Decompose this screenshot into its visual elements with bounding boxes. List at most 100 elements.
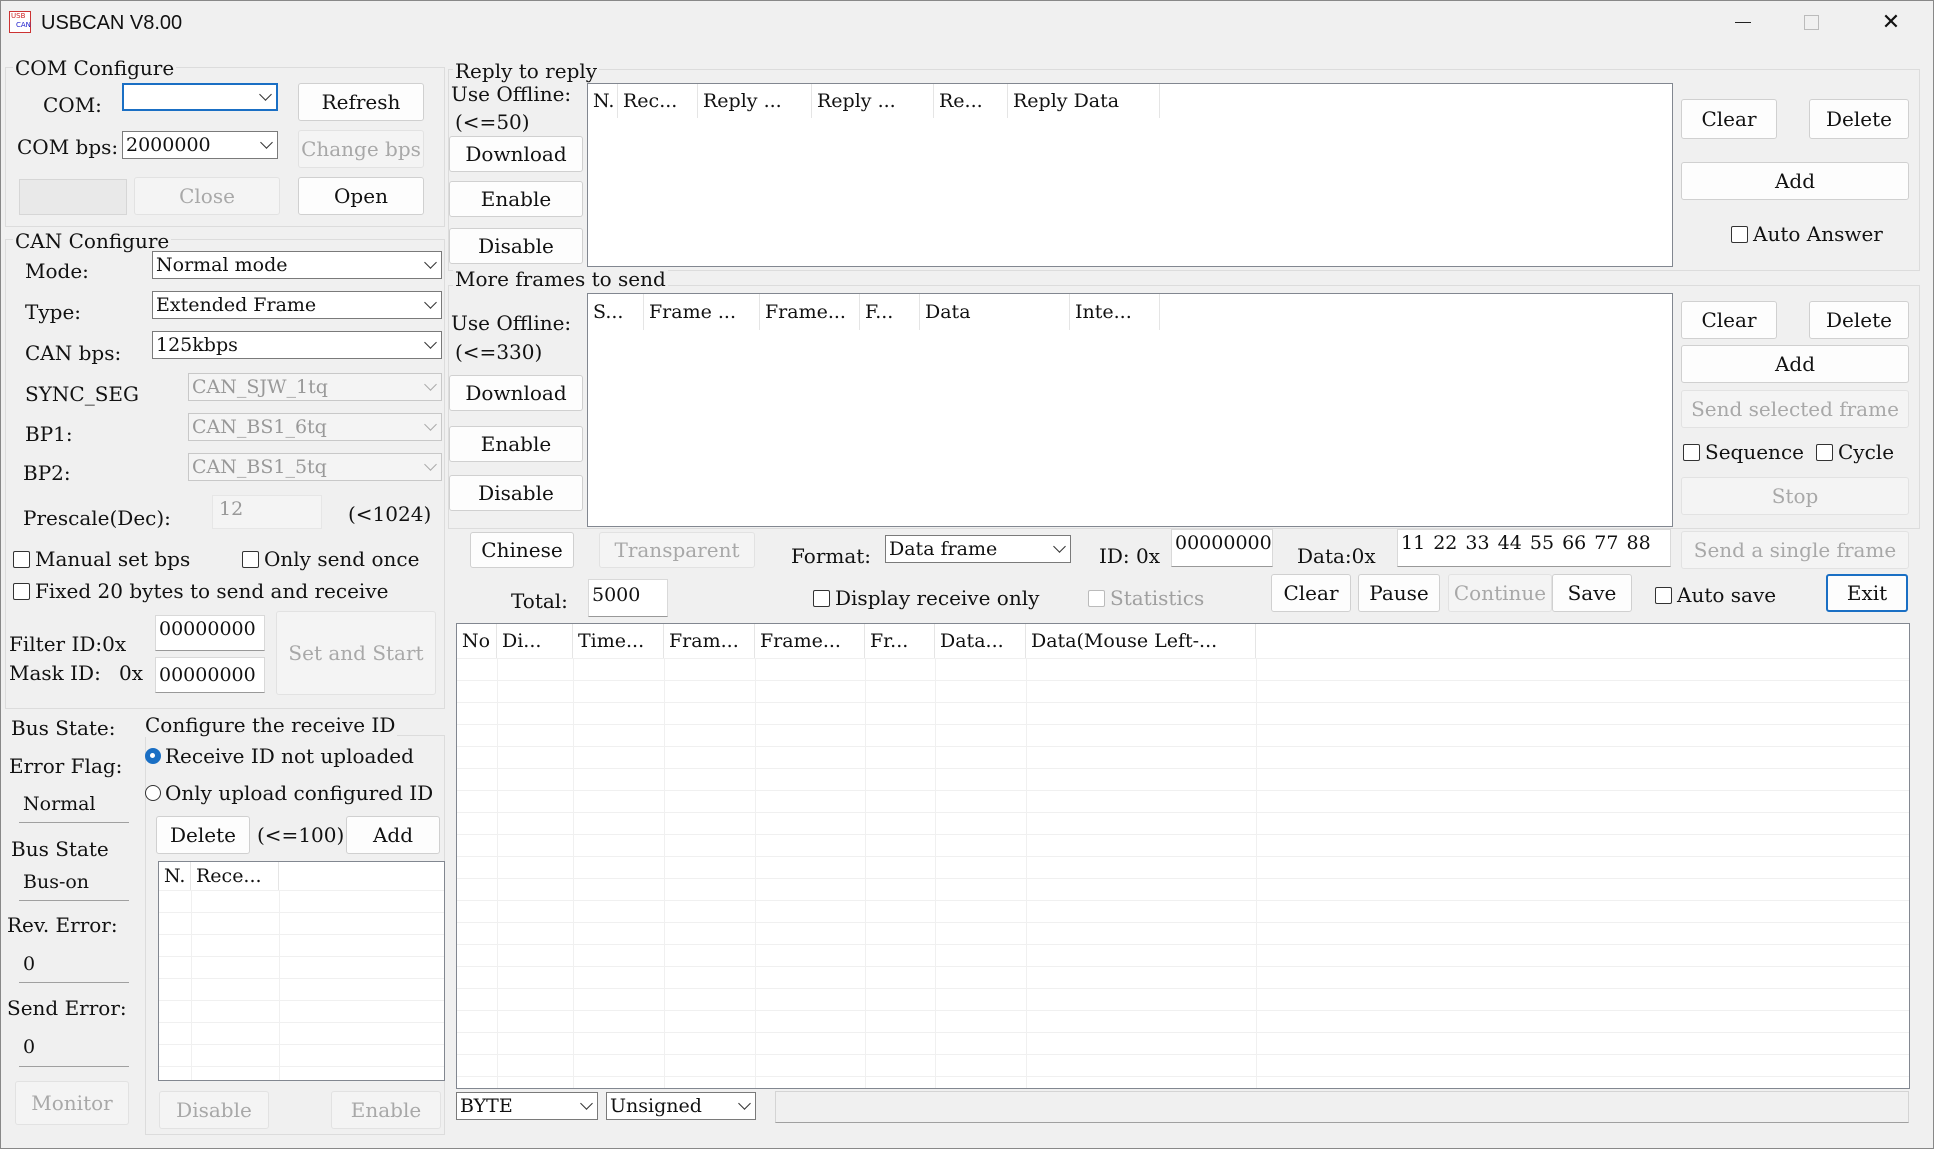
list-header[interactable]: N. [588,84,618,118]
mask-id-input[interactable]: 00000000 [155,657,265,693]
bp1-select[interactable]: CAN_BS1_6tq [188,413,442,441]
grid-header[interactable]: Data(Mouse Left-... [1026,624,1256,658]
receive-id-delete-button[interactable]: Delete [156,816,250,854]
receive-id-disable-button[interactable]: Disable [159,1091,269,1129]
auto-answer-checkbox[interactable]: Auto Answer [1731,222,1883,246]
bus-state-value: Bus-on [19,863,129,901]
maximize-icon[interactable] [1787,7,1835,37]
frames-download-button[interactable]: Download [449,375,583,411]
transparent-button[interactable]: Transparent [599,532,755,568]
cycle-checkbox[interactable]: Cycle [1816,440,1894,464]
filter-id-input[interactable]: 00000000 [155,615,265,651]
reply-clear-button[interactable]: Clear [1681,99,1777,139]
list-header[interactable]: F... [860,294,920,330]
sequence-checkbox[interactable]: Sequence [1683,440,1804,464]
list-header-n[interactable]: N. [159,862,191,890]
grid-header[interactable]: Di... [497,624,573,658]
grid-header[interactable]: Data... [935,624,1026,658]
chinese-button[interactable]: Chinese [470,532,574,568]
pause-button[interactable]: Pause [1358,574,1440,612]
send-single-frame-button[interactable]: Send a single frame [1681,531,1909,569]
list-header[interactable]: Reply ... [812,84,934,118]
receive-id-add-button[interactable]: Add [346,816,440,854]
receive-id-not-uploaded-radio[interactable]: Receive ID not uploaded [145,744,414,768]
list-header[interactable]: Inte... [1070,294,1160,330]
display-receive-only-checkbox[interactable]: Display receive only [813,586,1039,610]
change-bps-button[interactable]: Change bps [298,130,424,168]
grid-line [573,658,574,1088]
receive-clear-button[interactable]: Clear [1271,574,1351,612]
grid-header[interactable]: Fr... [865,624,935,658]
receive-id-list[interactable]: N. Rece... [158,861,445,1081]
reply-list[interactable]: N. Rec... Reply ... Reply ... Re... Repl… [587,83,1673,267]
frames-disable-button[interactable]: Disable [449,475,583,511]
frames-add-button[interactable]: Add [1681,345,1909,383]
stop-button[interactable]: Stop [1681,477,1909,515]
reply-add-button[interactable]: Add [1681,162,1909,200]
data-input[interactable]: 11 22 33 44 55 66 77 88 [1397,529,1671,567]
frames-clear-button[interactable]: Clear [1681,301,1777,339]
format-select[interactable]: Data frame [885,535,1071,563]
close-port-button[interactable]: Close [134,177,280,215]
list-header[interactable]: Frame... [760,294,860,330]
mode-value: Normal mode [156,254,288,276]
data-label: Data:0x [1297,544,1376,568]
save-button[interactable]: Save [1552,574,1632,612]
only-upload-configured-radio[interactable]: Only upload configured ID [145,781,433,805]
exit-button[interactable]: Exit [1826,574,1908,612]
checkbox-icon [813,589,830,607]
format-label: Format: [791,544,872,568]
id-input[interactable]: 00000000 [1171,529,1273,567]
frames-list[interactable]: S... Frame ... Frame... F... Data Inte..… [587,293,1673,527]
total-input[interactable]: 5000 [588,579,668,617]
statistics-checkbox[interactable]: Statistics [1088,586,1204,610]
list-header[interactable]: Frame ... [644,294,760,330]
mode-select[interactable]: Normal mode [152,251,442,279]
reply-download-button[interactable]: Download [449,136,583,172]
minimize-icon[interactable] [1719,7,1767,37]
reply-disable-button[interactable]: Disable [449,228,583,264]
grid-header[interactable]: No [457,624,497,658]
chevron-down-icon [424,418,437,431]
status-bar-panel [775,1091,1909,1123]
chevron-down-icon [424,378,437,391]
fixed-20-bytes-checkbox[interactable]: Fixed 20 bytes to send and receive [13,579,388,603]
can-bps-select[interactable]: 125kbps [152,331,442,359]
list-header[interactable]: Data [920,294,1070,330]
frames-enable-button[interactable]: Enable [449,426,583,462]
type-select[interactable]: Extended Frame [152,291,442,319]
list-header[interactable]: S... [588,294,644,330]
grid-header[interactable]: Time... [573,624,664,658]
monitor-button[interactable]: Monitor [15,1081,129,1125]
grid-header[interactable]: Frame... [755,624,865,658]
error-flag-label: Error Flag: [9,754,123,778]
unit-select[interactable]: BYTE [456,1092,598,1120]
only-send-once-checkbox[interactable]: Only send once [242,547,419,571]
list-header-receive-id[interactable]: Rece... [191,862,279,890]
prescale-input[interactable]: 12 [212,495,322,529]
frames-delete-button[interactable]: Delete [1809,301,1909,339]
manual-bps-checkbox[interactable]: Manual set bps [13,547,190,571]
sequence-label: Sequence [1705,440,1804,464]
sync-seg-select[interactable]: CAN_SJW_1tq [188,373,442,401]
list-header[interactable]: Re... [934,84,1008,118]
com-bps-select[interactable]: 2000000 [122,131,278,159]
bp2-select[interactable]: CAN_BS1_5tq [188,453,442,481]
receive-id-enable-button[interactable]: Enable [331,1091,441,1129]
refresh-button[interactable]: Refresh [298,83,424,121]
open-port-button[interactable]: Open [298,177,424,215]
auto-save-checkbox[interactable]: Auto save [1655,583,1776,607]
reply-delete-button[interactable]: Delete [1809,99,1909,139]
list-header[interactable]: Rec... [618,84,698,118]
send-selected-frame-button[interactable]: Send selected frame [1681,390,1909,428]
reply-enable-button[interactable]: Enable [449,181,583,217]
sign-select[interactable]: Unsigned [606,1092,756,1120]
com-port-select[interactable] [122,83,278,111]
list-header[interactable]: Reply Data [1008,84,1160,118]
receive-data-grid[interactable]: No Di... Time... Fram... Frame... Fr... … [456,623,1910,1089]
continue-button[interactable]: Continue [1448,574,1552,612]
set-and-start-button[interactable]: Set and Start [276,611,436,695]
list-header[interactable]: Reply ... [698,84,812,118]
grid-header[interactable]: Fram... [664,624,755,658]
close-icon[interactable]: ✕ [1867,7,1915,37]
